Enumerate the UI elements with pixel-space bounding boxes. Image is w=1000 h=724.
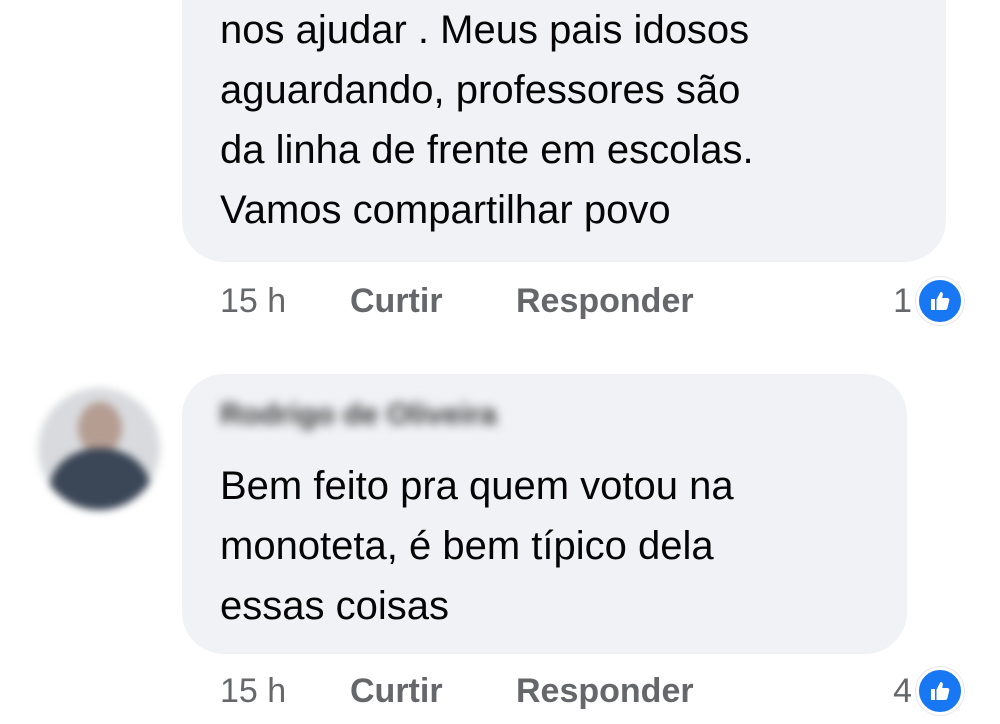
comment-text: Bem feito pra quem votou na monoteta, é … bbox=[220, 464, 734, 628]
reaction-count: 4 bbox=[893, 672, 912, 710]
like-button[interactable]: Curtir bbox=[350, 275, 443, 327]
comment-thread: nos ajudar . Meus pais idosos aguardando… bbox=[0, 0, 1000, 724]
reply-button[interactable]: Responder bbox=[516, 665, 694, 717]
reaction-summary[interactable]: 1 bbox=[893, 275, 964, 327]
comment-author-name[interactable]: Rodrigo de Oliveira bbox=[220, 398, 497, 432]
thumbs-up-icon bbox=[916, 667, 964, 715]
comment-actions: 15 h Curtir Responder 4 bbox=[220, 665, 970, 717]
comment-text: nos ajudar . Meus pais idosos aguardando… bbox=[220, 8, 754, 232]
avatar[interactable] bbox=[38, 388, 160, 510]
comment-timestamp[interactable]: 15 h bbox=[220, 275, 286, 327]
comment-timestamp[interactable]: 15 h bbox=[220, 665, 286, 717]
reaction-count: 1 bbox=[893, 282, 912, 320]
comment-bubble: nos ajudar . Meus pais idosos aguardando… bbox=[182, 0, 946, 262]
reaction-summary[interactable]: 4 bbox=[893, 665, 964, 717]
like-button[interactable]: Curtir bbox=[350, 665, 443, 717]
thumbs-up-icon bbox=[916, 277, 964, 325]
comment-bubble: Rodrigo de Oliveira Bem feito pra quem v… bbox=[182, 374, 907, 654]
reply-button[interactable]: Responder bbox=[516, 275, 694, 327]
comment-actions: 15 h Curtir Responder 1 bbox=[220, 275, 970, 327]
